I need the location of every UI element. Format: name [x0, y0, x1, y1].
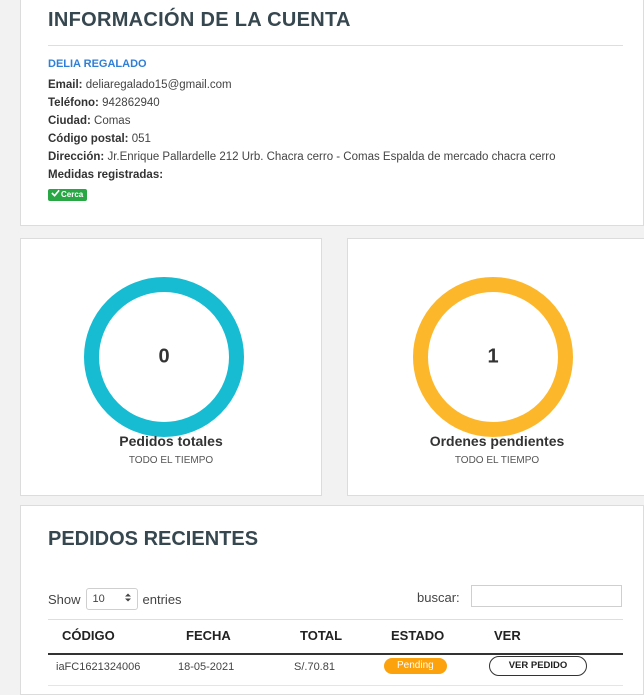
orders-table-header: CÓDIGO FECHA TOTAL ESTADO VER	[48, 619, 623, 655]
postal-line: Código postal: 051	[48, 133, 151, 145]
account-info-card: INFORMACIÓN DE LA CUENTA DELIA REGALADO …	[20, 0, 644, 226]
search-label: buscar:	[417, 590, 460, 605]
city-line: Ciudad: Comas	[48, 115, 130, 127]
pending-orders-value: 1	[487, 345, 499, 368]
order-date: 18-05-2021	[178, 661, 235, 673]
address-line: Dirección: Jr.Enrique Pallardelle 212 Ur…	[48, 151, 556, 163]
check-icon	[51, 189, 60, 201]
divider	[48, 45, 623, 46]
entries-value: 10	[92, 593, 105, 605]
recent-orders-card: PEDIDOS RECIENTES Show 10 entries buscar…	[20, 505, 644, 695]
column-header-code[interactable]: CÓDIGO	[62, 628, 115, 643]
column-header-date[interactable]: FECHA	[186, 628, 231, 643]
recent-orders-heading: PEDIDOS RECIENTES	[48, 528, 259, 550]
view-order-button[interactable]: VER PEDIDO	[489, 656, 587, 676]
column-header-view[interactable]: VER	[494, 628, 521, 643]
email-line: Email: deliaregalado15@gmail.com	[48, 79, 232, 91]
status-badge: Pending	[384, 658, 447, 674]
address-label: Dirección:	[48, 151, 105, 163]
pending-orders-ring: 1	[413, 277, 573, 437]
order-total: S/.70.81	[294, 661, 335, 673]
postal-label: Código postal:	[48, 133, 129, 145]
table-row: iaFC1621324006 18-05-2021 S/.70.81 Pendi…	[48, 653, 623, 686]
account-info-heading: INFORMACIÓN DE LA CUENTA	[48, 9, 351, 31]
measures-line: Medidas registradas:	[48, 169, 163, 181]
updown-arrows-icon	[124, 593, 131, 605]
entries-select[interactable]: 10	[85, 588, 138, 610]
total-orders-label: Pedidos totales	[119, 433, 223, 449]
column-header-total[interactable]: TOTAL	[300, 628, 342, 643]
show-label: Show	[48, 591, 81, 607]
pending-orders-label: Ordenes pendientes	[429, 433, 565, 449]
entries-label: entries	[142, 591, 182, 607]
total-orders-period: TODO EL TIEMPO	[128, 455, 214, 466]
email-value: deliaregalado15@gmail.com	[85, 79, 232, 91]
measures-label: Medidas registradas:	[48, 169, 164, 181]
pending-orders-card: 1 Ordenes pendientes TODO EL TIEMPO	[347, 238, 644, 496]
city-label: Ciudad:	[48, 115, 91, 127]
phone-line: Teléfono: 942862940	[48, 97, 160, 109]
column-header-status[interactable]: ESTADO	[391, 628, 444, 643]
city-value: Comas	[94, 115, 131, 127]
badge-label: Cerca	[61, 190, 84, 199]
customer-name: DELIA REGALADO	[48, 58, 147, 70]
email-label: Email:	[48, 79, 83, 91]
total-orders-value: 0	[158, 345, 170, 368]
entries-control: Show 10 entries	[48, 588, 182, 610]
postal-value: 051	[131, 133, 151, 145]
phone-label: Teléfono:	[48, 97, 99, 109]
phone-value: 942862940	[102, 97, 160, 109]
search-input[interactable]	[471, 585, 622, 607]
measures-badge: Cerca	[48, 189, 88, 201]
pending-orders-period: TODO EL TIEMPO	[454, 455, 540, 466]
total-orders-ring: 0	[84, 277, 244, 437]
order-code: iaFC1621324006	[56, 661, 141, 673]
address-value: Jr.Enrique Pallardelle 212 Urb. Chacra c…	[107, 151, 556, 163]
total-orders-card: 0 Pedidos totales TODO EL TIEMPO	[20, 238, 322, 496]
